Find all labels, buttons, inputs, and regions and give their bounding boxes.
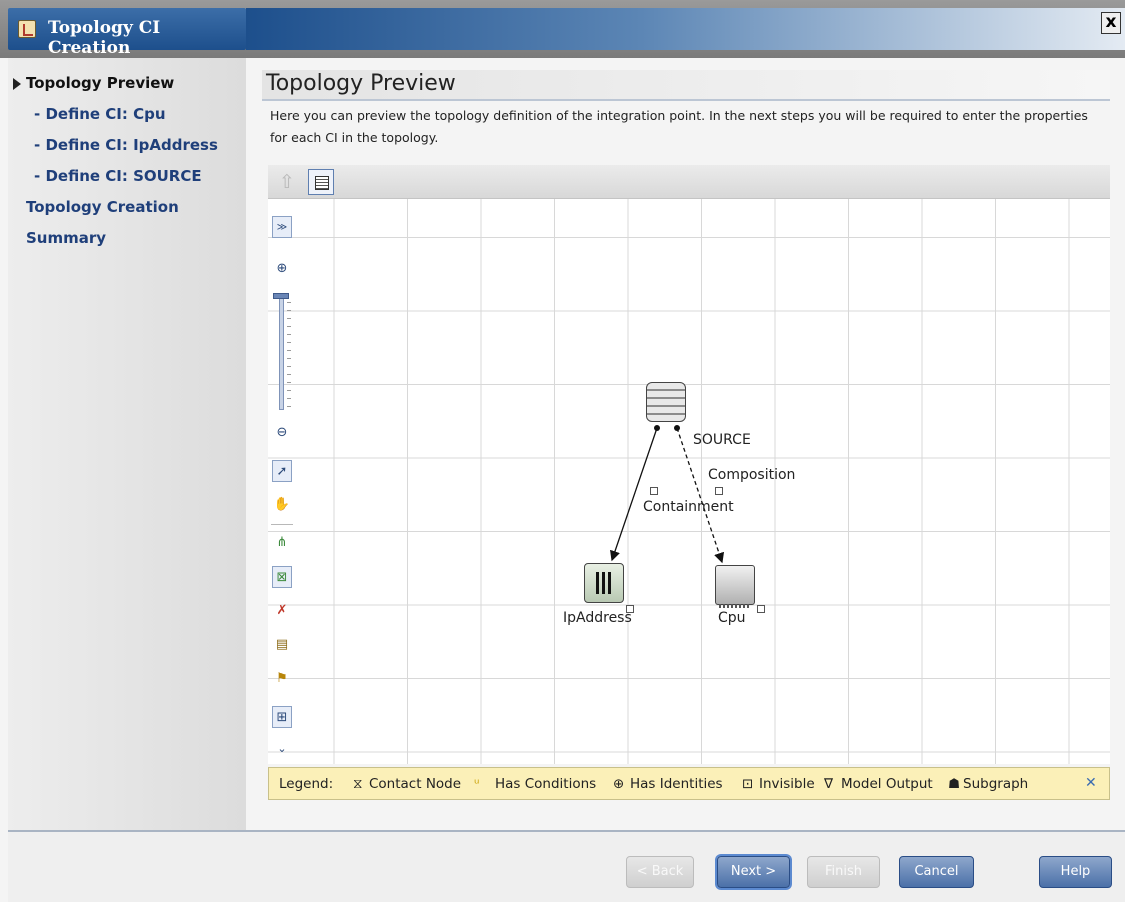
edge-composition[interactable] [676, 427, 725, 564]
subgraph-icon: ☗ [948, 776, 961, 792]
has-identities-icon: ⊕ [613, 776, 625, 792]
finish-button[interactable]: Finish [807, 856, 880, 888]
contact-node-icon: ⧖ [353, 776, 363, 792]
legend-close-icon[interactable]: ✕ [1085, 775, 1097, 791]
invisible-marker-icon [650, 487, 658, 495]
invisible-marker-icon [757, 605, 765, 613]
edge-composition-start-dot [674, 425, 680, 431]
legend-invisible: Invisible [759, 776, 815, 792]
legend-has-identities: Has Identities [630, 776, 723, 792]
next-button[interactable]: Next > [717, 856, 790, 888]
edge-containment-start-dot [654, 425, 660, 431]
invisible-icon: ⊡ [742, 776, 754, 792]
back-button[interactable]: < Back [626, 856, 694, 888]
edge-containment-label: Containment [643, 499, 734, 515]
node-ipaddress[interactable] [584, 563, 624, 603]
invisible-marker-icon [715, 487, 723, 495]
legend-contact-node: Contact Node [369, 776, 462, 792]
cancel-button[interactable]: Cancel [899, 856, 974, 888]
model-output-icon: ∇ [824, 776, 834, 792]
legend-title: Legend: [279, 776, 334, 792]
edge-composition-label: Composition [708, 467, 796, 483]
has-conditions-icon: ᵘ [474, 776, 480, 792]
invisible-marker-icon [626, 605, 634, 613]
node-source-label: SOURCE [693, 432, 751, 448]
legend-bar: Legend: ⧖ Contact Node ᵘ Has Conditions … [268, 767, 1110, 800]
node-cpu-label: Cpu [718, 610, 746, 626]
node-source[interactable] [646, 382, 686, 422]
legend-model-output: Model Output [841, 776, 933, 792]
node-ipaddress-label: IpAddress [563, 610, 632, 626]
legend-has-conditions: Has Conditions [495, 776, 597, 792]
help-button[interactable]: Help [1039, 856, 1112, 888]
legend-subgraph: Subgraph [963, 776, 1029, 792]
node-cpu[interactable] [715, 565, 755, 608]
